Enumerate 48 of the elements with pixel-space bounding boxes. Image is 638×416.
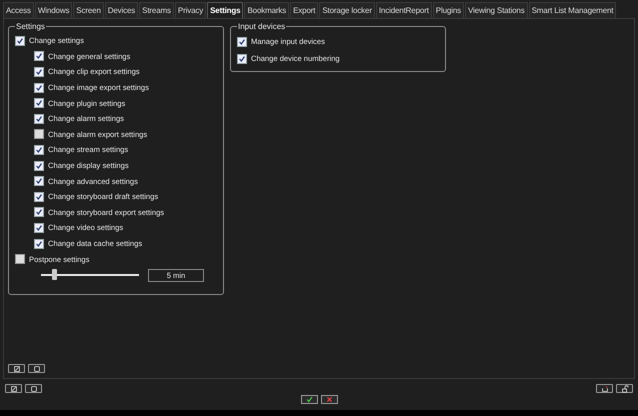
checkmark-icon <box>304 396 314 403</box>
checkbox[interactable] <box>34 192 44 202</box>
group-title: Input devices <box>237 22 286 31</box>
tab[interactable]: Export <box>290 2 318 18</box>
checkbox[interactable] <box>34 222 44 233</box>
ok-button[interactable] <box>300 395 318 404</box>
tab[interactable]: IncidentReport <box>376 2 432 18</box>
checkbox[interactable] <box>34 98 44 108</box>
tray-button[interactable] <box>596 384 613 393</box>
slider-thumb[interactable] <box>52 269 57 280</box>
tab[interactable]: Viewing Stations <box>464 2 528 18</box>
padlock-icon <box>620 384 628 392</box>
checkbox[interactable] <box>34 144 44 155</box>
group-title: Settings <box>15 22 46 31</box>
tab[interactable]: Streams <box>139 2 174 18</box>
tab[interactable]: Storage locker <box>319 2 375 18</box>
cancel-button[interactable] <box>320 395 338 404</box>
clear-all-button[interactable] <box>25 384 42 393</box>
checkbox[interactable] <box>34 176 44 186</box>
checkbox[interactable] <box>237 54 247 64</box>
tab[interactable]: Screen <box>73 2 104 18</box>
select-all-button[interactable] <box>5 384 22 393</box>
tab[interactable]: Windows <box>34 2 72 18</box>
tab[interactable]: Privacy <box>174 2 206 18</box>
tab[interactable]: Smart List Management <box>528 2 616 18</box>
checked-box-icon <box>10 384 18 392</box>
tray-icon <box>600 384 608 392</box>
checkbox[interactable] <box>34 207 44 218</box>
checkbox[interactable] <box>15 254 25 264</box>
checkbox[interactable] <box>34 51 44 62</box>
checkbox[interactable] <box>34 129 44 140</box>
clear-all-button[interactable] <box>28 364 45 373</box>
checkbox[interactable] <box>34 238 44 249</box>
select-all-button[interactable] <box>8 364 25 373</box>
close-icon <box>324 396 334 403</box>
tab[interactable]: Bookmarks <box>244 2 290 18</box>
checkbox[interactable] <box>15 36 25 46</box>
checkbox[interactable] <box>34 114 44 124</box>
checked-box-icon <box>12 364 20 372</box>
checkbox[interactable] <box>34 66 44 77</box>
tab[interactable]: Access <box>3 2 34 18</box>
tab[interactable]: Devices <box>104 2 138 18</box>
checkbox[interactable] <box>34 160 44 171</box>
tab[interactable]: Settings <box>207 2 244 18</box>
tab[interactable]: Plugins <box>432 2 464 18</box>
unlock-button[interactable] <box>616 384 633 393</box>
checkbox[interactable] <box>237 36 247 46</box>
checkbox[interactable] <box>34 82 44 93</box>
